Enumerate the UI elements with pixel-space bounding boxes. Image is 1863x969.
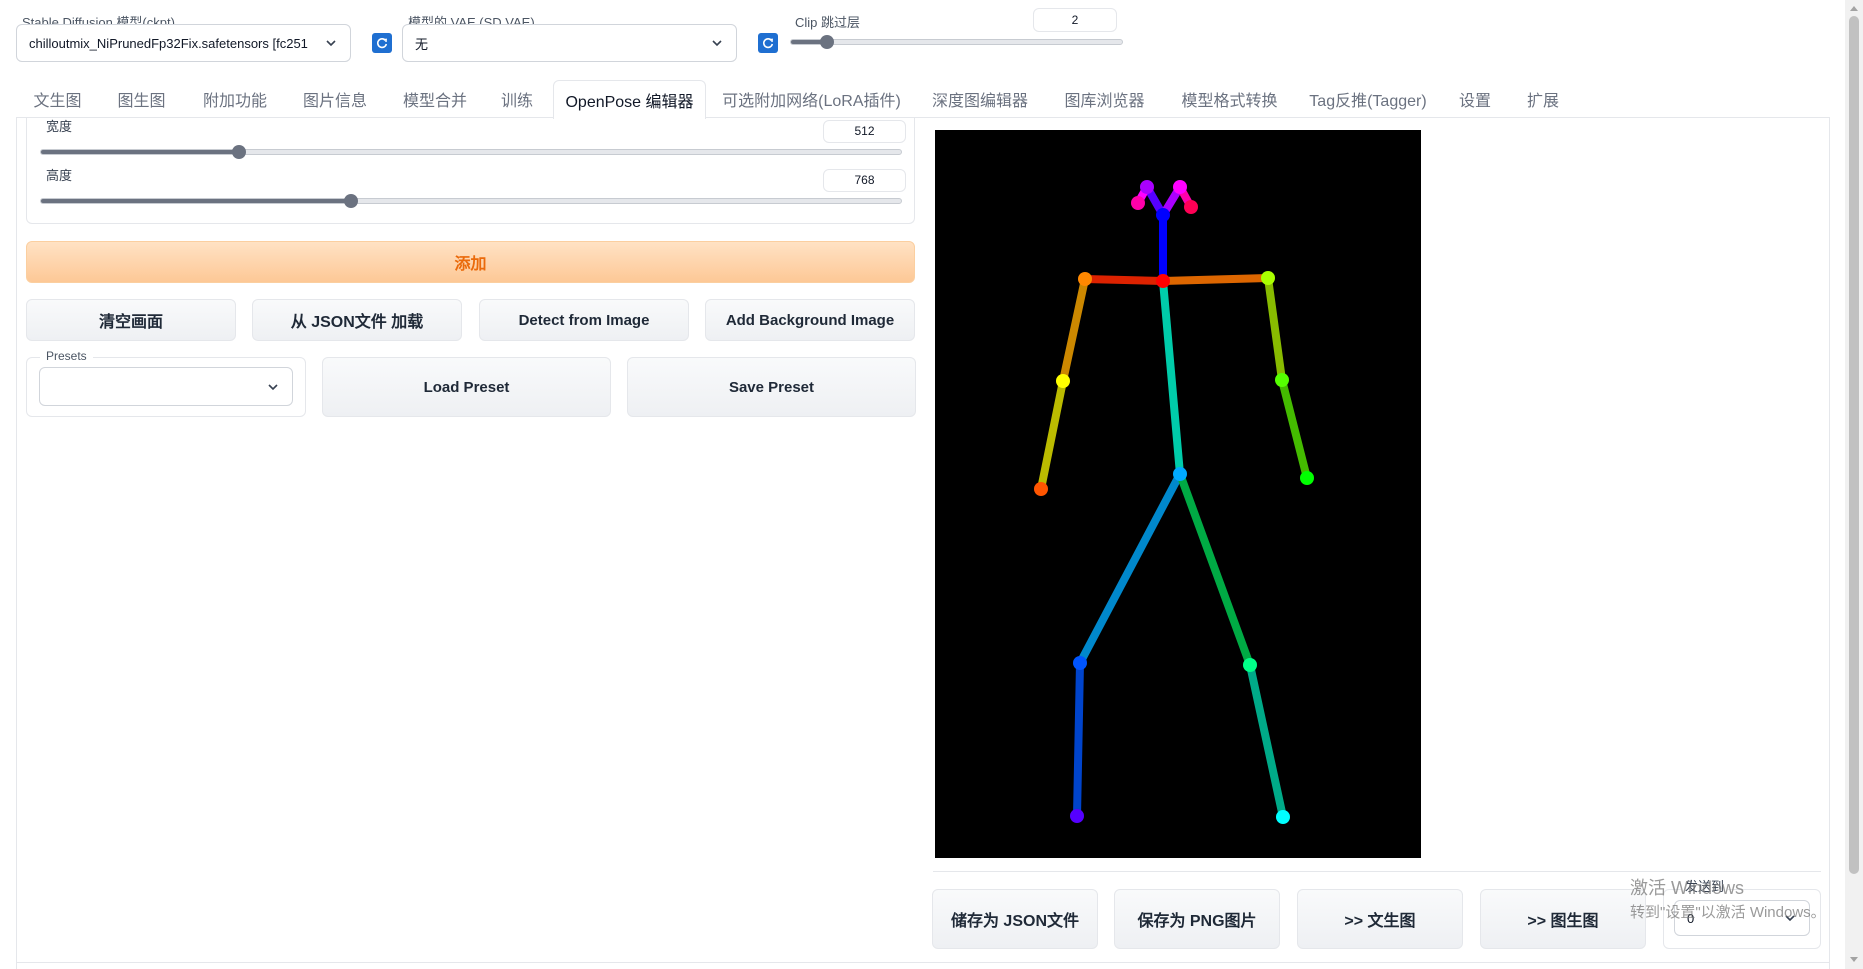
keypoint-right-ankle[interactable]: [1070, 809, 1084, 823]
width-number-input[interactable]: 512: [823, 120, 906, 143]
chevron-down-icon: [326, 40, 336, 47]
width-slider-thumb[interactable]: [231, 145, 246, 159]
add-background-image-button[interactable]: Add Background Image: [705, 299, 915, 341]
tab-depth-editor[interactable]: 深度图编辑器: [920, 80, 1040, 118]
model-refresh-button[interactable]: [372, 33, 392, 53]
model-select[interactable]: chilloutmix_NiPrunedFp32Fix.safetensors …: [16, 24, 351, 62]
chevron-down-icon: [268, 383, 278, 390]
tab-extensions[interactable]: 扩展: [1514, 80, 1572, 118]
clip-number-input[interactable]: 2: [1033, 8, 1117, 32]
tab-png-info[interactable]: 图片信息: [290, 80, 380, 118]
vae-select-value: 无: [415, 36, 429, 52]
keypoint-neck[interactable]: [1156, 274, 1170, 288]
send-to-txt2img-button[interactable]: >> 文生图: [1297, 889, 1463, 949]
tab-tagger[interactable]: Tag反推(Tagger): [1304, 80, 1432, 118]
keypoint-right-elbow[interactable]: [1056, 374, 1070, 388]
canvas-divider: [933, 871, 1821, 872]
canvas-background: [935, 130, 1421, 858]
tab-image-browser[interactable]: 图库浏览器: [1052, 80, 1157, 118]
width-label: 宽度: [46, 119, 73, 134]
tab-checkpoint-merger[interactable]: 模型合并: [390, 80, 480, 118]
height-slider-thumb[interactable]: [343, 194, 358, 208]
limb-neck-right-shoulder: [1081, 275, 1167, 285]
keypoint-nose[interactable]: [1156, 208, 1170, 222]
load-preset-button[interactable]: Load Preset: [322, 357, 611, 417]
height-number-input[interactable]: 768: [823, 169, 906, 192]
limb-right-shin: [1073, 659, 1084, 820]
chevron-down-icon: [712, 40, 722, 47]
keypoint-right-knee[interactable]: [1073, 656, 1087, 670]
width-slider-fill: [41, 150, 239, 154]
scroll-up-arrow-icon[interactable]: [1849, 4, 1859, 12]
activate-windows-watermark-title: 激活 Windows: [1630, 878, 1745, 898]
scrollbar[interactable]: [1845, 0, 1863, 969]
tab-additional-networks[interactable]: 可选附加网络(LoRA插件): [714, 80, 909, 118]
scrollbar-thumb[interactable]: [1849, 16, 1859, 874]
openpose-canvas[interactable]: [935, 130, 1421, 858]
clear-canvas-button[interactable]: 清空画面: [26, 299, 236, 341]
keypoint-left-ankle[interactable]: [1276, 810, 1290, 824]
vae-select[interactable]: 无: [402, 24, 737, 62]
scroll-down-arrow-icon[interactable]: [1849, 956, 1859, 964]
send-to-img2img-button[interactable]: >> 图生图: [1480, 889, 1646, 949]
keypoint-right-wrist[interactable]: [1034, 482, 1048, 496]
activate-windows-watermark-subtitle: 转到"设置"以激活 Windows。: [1630, 904, 1826, 921]
tab-train[interactable]: 训练: [490, 80, 544, 118]
presets-label: Presets: [40, 349, 93, 363]
keypoint-left-eye[interactable]: [1173, 180, 1187, 194]
clip-slider[interactable]: [790, 35, 1123, 49]
limb-neck-left-shoulder: [1159, 274, 1272, 285]
divider: [16, 962, 1830, 963]
model-select-value: chilloutmix_NiPrunedFp32Fix.safetensors …: [29, 35, 308, 51]
height-slider-fill: [41, 199, 351, 203]
presets-select[interactable]: [39, 367, 293, 406]
keypoint-left-elbow[interactable]: [1275, 373, 1289, 387]
load-json-button[interactable]: 从 JSON文件 加载: [252, 299, 462, 341]
keypoint-hip[interactable]: [1173, 467, 1187, 481]
keypoint-left-ear[interactable]: [1184, 200, 1198, 214]
clip-label: Clip 跳过层: [795, 15, 861, 30]
save-json-button[interactable]: 储存为 JSON文件: [932, 889, 1098, 949]
tab-img2img[interactable]: 图生图: [104, 80, 179, 118]
keypoint-left-wrist[interactable]: [1300, 471, 1314, 485]
tab-settings[interactable]: 设置: [1446, 80, 1504, 118]
add-button[interactable]: 添加: [26, 241, 915, 283]
tab-extras[interactable]: 附加功能: [190, 80, 280, 118]
detect-from-image-button[interactable]: Detect from Image: [479, 299, 689, 341]
height-slider[interactable]: [40, 194, 902, 208]
save-png-button[interactable]: 保存为 PNG图片: [1114, 889, 1280, 949]
keypoint-left-shoulder[interactable]: [1261, 271, 1275, 285]
tab-model-converter[interactable]: 模型格式转换: [1172, 80, 1287, 118]
vae-refresh-button[interactable]: [758, 33, 778, 53]
size-panel: [26, 118, 915, 224]
width-slider[interactable]: [40, 145, 902, 159]
save-preset-button[interactable]: Save Preset: [627, 357, 916, 417]
keypoint-left-knee[interactable]: [1243, 658, 1257, 672]
height-label: 高度: [46, 168, 73, 183]
refresh-icon: [763, 38, 774, 49]
refresh-icon: [377, 38, 388, 49]
keypoint-right-eye[interactable]: [1140, 180, 1154, 194]
tab-openpose-editor[interactable]: OpenPose 编辑器: [553, 80, 706, 119]
keypoint-right-ear[interactable]: [1131, 196, 1145, 210]
keypoint-right-shoulder[interactable]: [1078, 272, 1092, 286]
tab-txt2img[interactable]: 文生图: [20, 80, 95, 118]
clip-slider-thumb[interactable]: [820, 35, 835, 49]
